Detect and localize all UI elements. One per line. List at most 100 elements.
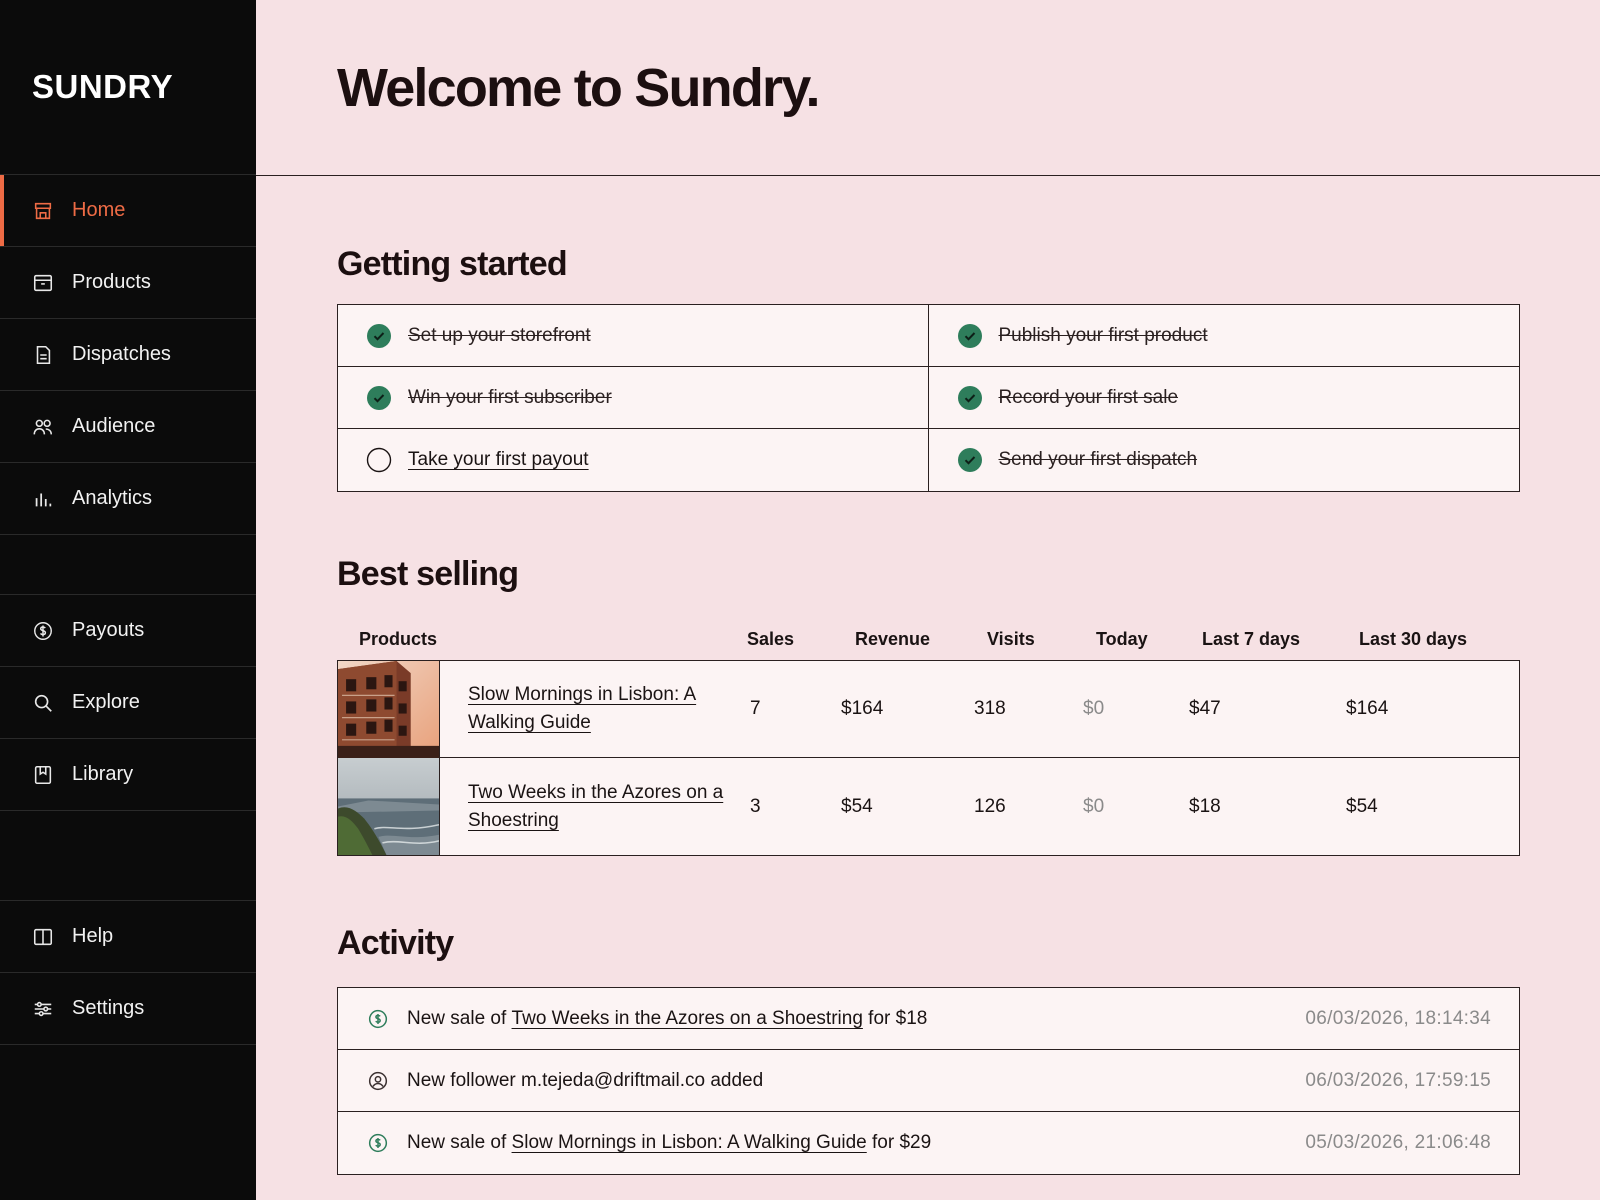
column-header-last-7-days: Last 7 days [1202, 628, 1301, 649]
column-header-last-30-days: Last 30 days [1359, 628, 1468, 649]
sidebar-item-label: Audience [72, 415, 156, 437]
checklist-item-label: Record your first sale [998, 386, 1179, 408]
sidebar-item-explore[interactable]: Explore [0, 667, 256, 739]
cell-last-7-days: $18 [1189, 795, 1221, 817]
sidebar-item-label: Explore [72, 691, 140, 713]
page-title: Welcome to Sundry. [337, 57, 820, 118]
best-selling-title: Best selling [337, 555, 519, 593]
cell-sales: 3 [750, 795, 761, 817]
sidebar-item-label: Payouts [72, 619, 145, 641]
sliders-icon [32, 998, 54, 1020]
sidebar-item-label: Home [72, 199, 126, 221]
check-circle-icon [957, 385, 983, 411]
check-circle-icon [366, 385, 392, 411]
activity-timestamp: 06/03/2026, 18:14:34 [1305, 1007, 1491, 1029]
sidebar-item-dispatches[interactable]: Dispatches [0, 319, 256, 391]
cell-visits: 126 [974, 795, 1006, 817]
empty-circle-icon [366, 447, 392, 473]
activity-text: New sale of [407, 1132, 512, 1153]
activity-item: New sale of Two Weeks in the Azores on a… [338, 988, 1519, 1050]
table-row[interactable]: Slow Mornings in Lisbon: A Walking Guide… [338, 660, 1519, 758]
users-icon [32, 416, 54, 438]
page-header: Welcome to Sundry. [256, 0, 1600, 176]
cell-revenue: $54 [841, 795, 873, 817]
activity-item: New follower m.tejeda@driftmail.co added… [338, 1050, 1519, 1112]
checklist-item-label: Win your first subscriber [408, 386, 612, 408]
column-header-revenue: Revenue [855, 628, 931, 649]
activity-product-link[interactable]: Slow Mornings in Lisbon: A Walking Guide [512, 1132, 867, 1154]
cell-last-30-days: $164 [1346, 698, 1389, 719]
sidebar-item-products[interactable]: Products [0, 247, 256, 319]
check-circle-icon [957, 447, 983, 473]
cell-last-7-days: $47 [1189, 698, 1221, 719]
activity-text: for $18 [862, 1007, 928, 1029]
check-circle-icon [366, 323, 392, 349]
user-circle-icon [368, 1071, 388, 1091]
sidebar-item-settings[interactable]: Settings [0, 973, 256, 1045]
cell-visits: 318 [974, 698, 1006, 719]
sidebar-item-home[interactable]: Home [0, 175, 256, 247]
dollar-circle-icon [368, 1009, 388, 1029]
activity-item: New sale of Slow Mornings in Lisbon: A W… [338, 1112, 1519, 1174]
book-open-icon [32, 926, 54, 948]
brand-logo[interactable]: SUNDRY [0, 0, 256, 175]
sidebar-item-label: Products [72, 271, 151, 293]
sidebar-item-analytics[interactable]: Analytics [0, 463, 256, 535]
sidebar: SUNDRY Home Products Dispatches Audience… [0, 0, 256, 1200]
sidebar-item-label: Dispatches [72, 343, 171, 365]
getting-started-title: Getting started [337, 245, 568, 283]
table-header: Products Sales Revenue Visits Today Last… [337, 618, 1520, 660]
cell-last-30-days: $54 [1346, 795, 1378, 817]
bookmark-icon [32, 764, 54, 786]
activity-timestamp: 06/03/2026, 17:59:15 [1305, 1069, 1491, 1091]
checklist-item[interactable]: Set up your storefront [338, 305, 929, 367]
document-icon [32, 344, 54, 366]
column-header-products: Products [359, 628, 438, 649]
sidebar-item-label: Help [72, 925, 114, 947]
sidebar-item-help[interactable]: Help [0, 901, 256, 973]
cell-today: $0 [1083, 698, 1105, 719]
store-icon [32, 200, 54, 222]
column-header-visits: Visits [987, 628, 1035, 649]
product-link[interactable]: Slow Mornings in Lisbon: A Walking Guide [440, 681, 733, 737]
product-thumbnail[interactable] [338, 660, 440, 758]
checklist-item-label: Publish your first product [998, 324, 1208, 346]
sidebar-item-payouts[interactable]: Payouts [0, 595, 256, 667]
product-link[interactable]: Two Weeks in the Azores on a Shoestring [440, 779, 733, 835]
getting-started-checklist: Set up your storefront Publish your firs… [337, 304, 1520, 492]
activity-text: New sale of [407, 1007, 512, 1029]
checklist-item[interactable]: Take your first payout [338, 429, 929, 491]
checklist-item[interactable]: Send your first dispatch [929, 429, 1520, 491]
column-header-sales: Sales [747, 628, 795, 649]
checklist-item[interactable]: Win your first subscriber [338, 367, 929, 429]
dollar-circle-icon [32, 620, 54, 642]
best-selling-table: Slow Mornings in Lisbon: A Walking Guide… [337, 660, 1520, 856]
product-thumbnail[interactable] [338, 758, 440, 855]
archive-box-icon [32, 272, 54, 294]
checklist-item-label: Set up your storefront [408, 324, 591, 346]
cell-revenue: $164 [841, 698, 884, 719]
activity-product-link[interactable]: Two Weeks in the Azores on a Shoestring [512, 1008, 863, 1030]
sidebar-item-label: Analytics [72, 487, 153, 509]
checklist-item-link[interactable]: Take your first payout [408, 449, 589, 471]
activity-feed: New sale of Two Weeks in the Azores on a… [337, 987, 1520, 1175]
checklist-item[interactable]: Record your first sale [928, 367, 1519, 429]
sidebar-item-audience[interactable]: Audience [0, 391, 256, 463]
sidebar-spacer [0, 535, 256, 595]
table-row[interactable]: Two Weeks in the Azores on a Shoestring … [338, 758, 1519, 855]
sidebar-item-label: Settings [72, 997, 145, 1019]
sidebar-item-label: Library [72, 763, 134, 785]
cell-sales: 7 [750, 698, 761, 719]
checklist-item-label: Send your first dispatch [998, 449, 1198, 470]
main-content: Getting started Set up your storefront P… [337, 176, 1520, 1175]
search-icon [32, 692, 54, 714]
activity-timestamp: 05/03/2026, 21:06:48 [1305, 1132, 1491, 1153]
activity-title: Activity [337, 924, 454, 962]
checklist-item[interactable]: Publish your first product [928, 305, 1519, 367]
activity-text: for $29 [866, 1132, 932, 1153]
check-circle-icon [957, 323, 983, 349]
sidebar-item-library[interactable]: Library [0, 739, 256, 811]
column-header-today: Today [1096, 628, 1148, 649]
dollar-circle-icon [368, 1133, 388, 1153]
cell-today: $0 [1083, 795, 1105, 817]
